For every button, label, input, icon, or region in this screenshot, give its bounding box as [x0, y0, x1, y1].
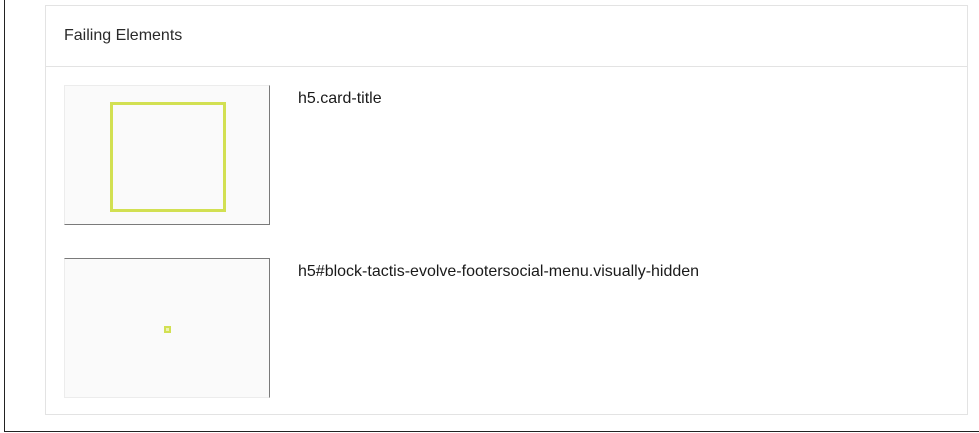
- card-title: Failing Elements: [64, 27, 183, 44]
- element-selector: h5.card-title: [298, 90, 382, 107]
- card-header: Failing Elements: [46, 6, 967, 67]
- element-highlight-box: [110, 102, 226, 212]
- element-highlight-dot: [164, 326, 171, 333]
- failing-element-item: h5#block-tactis-evolve-footersocial-menu…: [64, 258, 699, 398]
- failing-elements-card: Failing Elements h5.card-title h5#block-…: [45, 5, 968, 415]
- element-selector: h5#block-tactis-evolve-footersocial-menu…: [298, 263, 700, 280]
- element-screenshot-thumbnail[interactable]: [64, 258, 270, 398]
- report-frame: Failing Elements h5.card-title h5#block-…: [4, 0, 979, 432]
- element-screenshot-thumbnail[interactable]: [64, 85, 270, 225]
- failing-element-item: h5.card-title: [64, 85, 382, 225]
